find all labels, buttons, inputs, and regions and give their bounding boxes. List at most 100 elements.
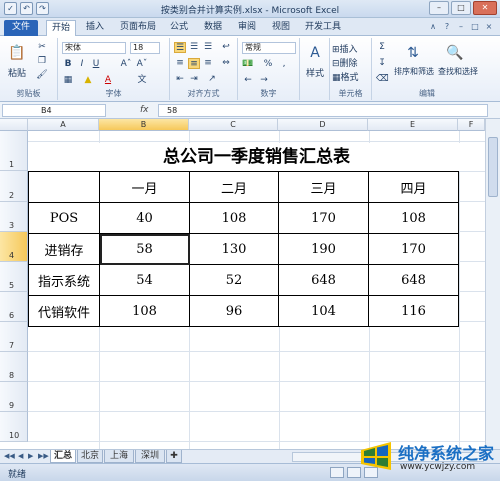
table-cell[interactable]: 648 bbox=[278, 264, 369, 296]
table-cell[interactable]: 96 bbox=[189, 295, 279, 327]
table-cell[interactable]: 108 bbox=[189, 202, 279, 234]
column-header-b[interactable]: B bbox=[99, 119, 189, 131]
delete-cells-button[interactable]: ⊟删除 bbox=[332, 56, 358, 69]
align-left-icon[interactable]: ≡ bbox=[174, 58, 186, 69]
increase-decimal-icon[interactable]: ← bbox=[242, 75, 254, 86]
table-header-cell[interactable]: 三月 bbox=[278, 171, 369, 203]
table-cell[interactable]: 40 bbox=[99, 202, 190, 234]
column-header-c[interactable]: C bbox=[189, 119, 278, 131]
sort-filter-label[interactable]: 排序和筛选 bbox=[394, 66, 434, 77]
minimize-button[interactable]: – bbox=[429, 1, 449, 15]
normal-view-icon[interactable] bbox=[330, 467, 344, 478]
row-header-3[interactable]: 3 bbox=[0, 202, 28, 232]
table-header-cell[interactable] bbox=[28, 171, 100, 203]
align-right-icon[interactable]: ≡ bbox=[202, 58, 214, 69]
next-sheet-icon[interactable]: ▶ bbox=[28, 452, 33, 460]
phonetic-icon[interactable]: 文 bbox=[136, 75, 148, 86]
table-cell[interactable]: 108 bbox=[368, 202, 459, 234]
tab-home[interactable]: 开始 bbox=[46, 20, 76, 36]
sheet-tab-shanghai[interactable]: 上海 bbox=[104, 450, 134, 463]
table-cell[interactable]: 54 bbox=[99, 264, 190, 296]
find-select-icon[interactable]: 🔍 bbox=[444, 42, 466, 64]
table-cell[interactable]: 指示系统 bbox=[28, 264, 100, 296]
align-middle-icon[interactable]: ☰ bbox=[188, 42, 200, 53]
row-header-5[interactable]: 5 bbox=[0, 262, 28, 292]
table-header-cell[interactable]: 一月 bbox=[99, 171, 190, 203]
tab-file[interactable]: 文件 bbox=[4, 20, 38, 36]
merge-center-icon[interactable]: ⇔ bbox=[220, 58, 232, 69]
table-header-cell[interactable]: 四月 bbox=[368, 171, 459, 203]
underline-button[interactable]: U bbox=[90, 59, 102, 70]
decrease-indent-icon[interactable]: ⇤ bbox=[174, 74, 186, 85]
scroll-thumb[interactable] bbox=[488, 137, 498, 197]
grow-font-button[interactable]: Aˆ bbox=[120, 59, 132, 70]
row-header-4[interactable]: 4 bbox=[0, 232, 28, 262]
column-header-f[interactable]: F bbox=[458, 119, 485, 131]
number-format-select[interactable]: 常规 bbox=[242, 42, 296, 54]
clear-icon[interactable]: ⌫ bbox=[376, 74, 389, 85]
table-cell[interactable]: 648 bbox=[368, 264, 459, 296]
row-header-10[interactable]: 10 bbox=[0, 412, 28, 442]
orientation-icon[interactable]: ↗ bbox=[206, 74, 218, 85]
table-cell[interactable]: 104 bbox=[278, 295, 369, 327]
maximize-button[interactable]: □ bbox=[451, 1, 471, 15]
copy-icon[interactable]: ❐ bbox=[36, 56, 48, 67]
find-select-label[interactable]: 查找和选择 bbox=[438, 66, 478, 77]
new-sheet-icon[interactable]: ✚ bbox=[166, 450, 182, 463]
help-icon[interactable]: ? bbox=[442, 22, 452, 32]
tab-data[interactable]: 数据 bbox=[200, 20, 226, 36]
row-header-8[interactable]: 8 bbox=[0, 352, 28, 382]
tab-review[interactable]: 审阅 bbox=[234, 20, 260, 36]
table-cell[interactable]: 170 bbox=[278, 202, 369, 234]
comma-button[interactable]: , bbox=[278, 59, 290, 70]
table-cell[interactable]: 190 bbox=[278, 233, 369, 265]
tab-insert[interactable]: 插入 bbox=[82, 20, 108, 36]
percent-button[interactable]: % bbox=[262, 59, 274, 70]
table-cell[interactable]: 代销软件 bbox=[28, 295, 100, 327]
table-cell[interactable]: 52 bbox=[189, 264, 279, 296]
paste-label[interactable]: 粘贴 bbox=[8, 66, 26, 79]
last-sheet-icon[interactable]: ▶▶ bbox=[38, 452, 49, 460]
styles-label[interactable]: 样式 bbox=[306, 66, 324, 79]
table-header-cell[interactable]: 二月 bbox=[189, 171, 279, 203]
table-cell[interactable]: 108 bbox=[99, 295, 190, 327]
first-sheet-icon[interactable]: ◀◀ bbox=[4, 452, 15, 460]
font-color-icon[interactable]: A bbox=[102, 75, 114, 86]
table-cell[interactable]: 116 bbox=[368, 295, 459, 327]
accounting-format-icon[interactable]: 💵 bbox=[242, 59, 254, 70]
row-header-9[interactable]: 9 bbox=[0, 382, 28, 412]
table-cell[interactable]: 130 bbox=[189, 233, 279, 265]
table-cell[interactable]: POS bbox=[28, 202, 100, 234]
restore-workbook-icon[interactable]: □ bbox=[470, 22, 480, 32]
styles-icon[interactable]: A bbox=[304, 42, 326, 64]
table-cell[interactable]: 170 bbox=[368, 233, 459, 265]
fill-icon[interactable]: ↧ bbox=[376, 58, 388, 69]
bold-button[interactable]: B bbox=[62, 59, 74, 70]
row-header-7[interactable]: 7 bbox=[0, 322, 28, 352]
insert-cells-button[interactable]: ⊞插入 bbox=[332, 42, 358, 55]
active-cell[interactable]: 58 bbox=[99, 233, 190, 265]
minimize-workbook-icon[interactable]: – bbox=[456, 22, 466, 32]
row-header-1[interactable]: 1 bbox=[0, 131, 28, 171]
autosum-button[interactable]: Σ bbox=[376, 42, 388, 53]
sort-filter-icon[interactable]: ⇅ bbox=[402, 42, 424, 64]
close-workbook-icon[interactable]: × bbox=[484, 22, 494, 32]
insert-function-button[interactable]: fx bbox=[140, 105, 149, 115]
align-bottom-icon[interactable]: ☰ bbox=[202, 42, 214, 53]
column-header-e[interactable]: E bbox=[368, 119, 458, 131]
paste-icon[interactable]: 📋 bbox=[6, 42, 28, 64]
font-size-select[interactable]: 18 bbox=[130, 42, 160, 54]
collapse-ribbon-icon[interactable]: ∧ bbox=[428, 22, 438, 32]
tab-view[interactable]: 视图 bbox=[268, 20, 294, 36]
cut-icon[interactable]: ✂ bbox=[36, 42, 48, 53]
table-cell[interactable]: 进销存 bbox=[28, 233, 100, 265]
decrease-decimal-icon[interactable]: → bbox=[258, 75, 270, 86]
sheet-tab-shenzhen[interactable]: 深圳 bbox=[135, 450, 165, 463]
italic-button[interactable]: I bbox=[76, 59, 88, 70]
font-name-select[interactable]: 宋体 bbox=[62, 42, 126, 54]
vertical-scrollbar[interactable] bbox=[485, 119, 500, 449]
row-header-6[interactable]: 6 bbox=[0, 292, 28, 322]
select-all-corner[interactable] bbox=[0, 119, 28, 131]
increase-indent-icon[interactable]: ⇥ bbox=[188, 74, 200, 85]
tab-developer[interactable]: 开发工具 bbox=[302, 20, 344, 36]
